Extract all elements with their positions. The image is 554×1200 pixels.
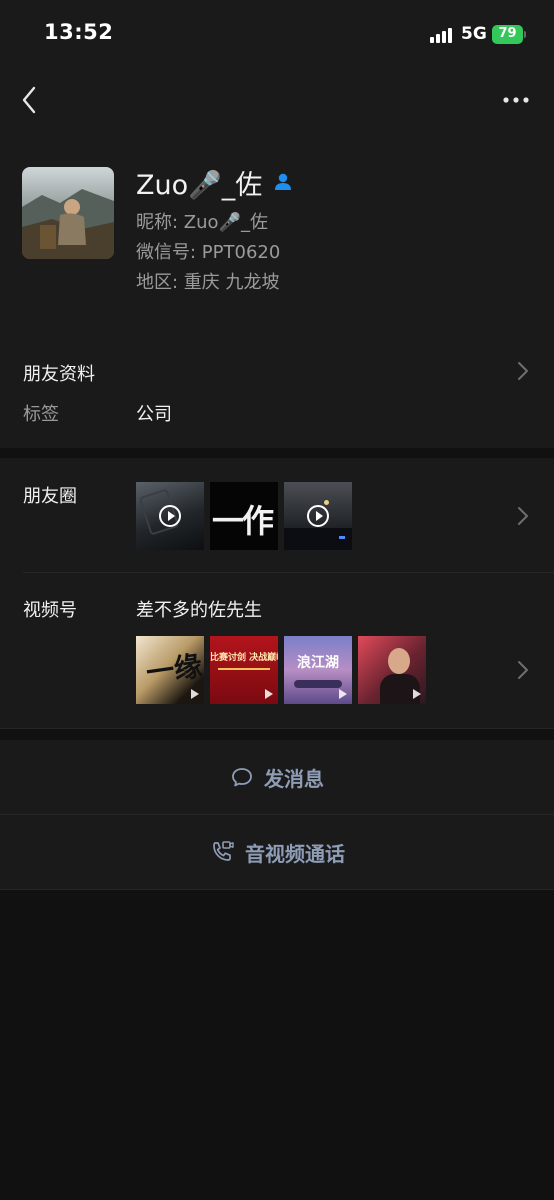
- tag-value: 公司: [136, 404, 172, 425]
- play-icon: [191, 689, 199, 699]
- signal-icon: [430, 27, 456, 43]
- chevron-right-icon: [518, 362, 528, 380]
- channels-thumb-text: 比赛讨剑 决战巅峰: [210, 653, 278, 663]
- display-name: Zuo🎤_佐: [136, 169, 263, 201]
- divider: [0, 889, 554, 890]
- play-icon: [307, 505, 329, 527]
- battery-level: 79: [498, 26, 517, 41]
- channels-thumb-text: 浪江湖: [297, 655, 339, 671]
- chat-bubble-icon: [232, 768, 252, 787]
- send-message-button[interactable]: 发消息: [0, 740, 554, 814]
- divider: [23, 572, 554, 573]
- channels-thumb-1[interactable]: 一缘: [136, 636, 204, 704]
- phone-video-icon: [213, 841, 234, 861]
- tag-label: 标签: [23, 404, 59, 425]
- battery-icon: 79: [492, 25, 526, 44]
- region-line: 地区: 重庆 九龙坡: [136, 272, 280, 293]
- channels-thumb-2[interactable]: 比赛讨剑 决战巅峰: [210, 636, 278, 704]
- back-button[interactable]: [16, 82, 48, 118]
- play-icon: [265, 689, 273, 699]
- chevron-right-icon: [518, 661, 528, 679]
- more-button[interactable]: [496, 82, 536, 118]
- chevron-right-icon: [518, 507, 528, 525]
- avatar[interactable]: [22, 167, 114, 259]
- moments-thumb-1[interactable]: [136, 482, 204, 550]
- play-icon: [339, 689, 347, 699]
- channel-name: 差不多的佐先生: [136, 600, 262, 621]
- friend-info-title: 朋友资料: [23, 364, 95, 385]
- profile-header: Zuo🎤_佐 昵称: Zuo🎤_佐 微信号: PPT0620 地区: 重庆 九龙…: [0, 130, 554, 338]
- media-section: 朋友圈 一作 视频号 差不多的佐先生 一缘 比赛讨剑 决战巅峰 浪江湖: [0, 458, 554, 728]
- chevron-left-icon: [22, 86, 36, 114]
- status-time: 13:52: [44, 20, 114, 44]
- moments-thumb-2[interactable]: 一作: [210, 482, 278, 550]
- send-message-label: 发消息: [264, 766, 324, 791]
- wechat-id-line: 微信号: PPT0620: [136, 242, 281, 263]
- more-dots-icon: [503, 97, 529, 103]
- network-type: 5G: [461, 24, 487, 44]
- name-row: Zuo🎤_佐: [136, 164, 294, 201]
- channels-thumb-3[interactable]: 浪江湖: [284, 636, 352, 704]
- av-call-label: 音视频通话: [245, 841, 345, 866]
- friend-info-section[interactable]: 朋友资料 标签 公司: [0, 338, 554, 448]
- nickname-line: 昵称: Zuo🎤_佐: [136, 212, 268, 233]
- moments-thumb-text: 一作: [212, 502, 274, 540]
- channels-thumb-text: 一缘: [144, 649, 204, 690]
- channels-title: 视频号: [23, 600, 77, 621]
- play-icon: [159, 505, 181, 527]
- divider: [0, 728, 554, 729]
- moments-thumb-3[interactable]: [284, 482, 352, 550]
- av-call-button[interactable]: 音视频通话: [0, 815, 554, 889]
- person-icon: [275, 173, 292, 190]
- moments-title: 朋友圈: [23, 486, 77, 507]
- play-icon: [413, 689, 421, 699]
- nav-bar: [0, 70, 554, 130]
- status-bar: 13:52 5G 79: [0, 0, 554, 70]
- channels-thumb-4[interactable]: [358, 636, 426, 704]
